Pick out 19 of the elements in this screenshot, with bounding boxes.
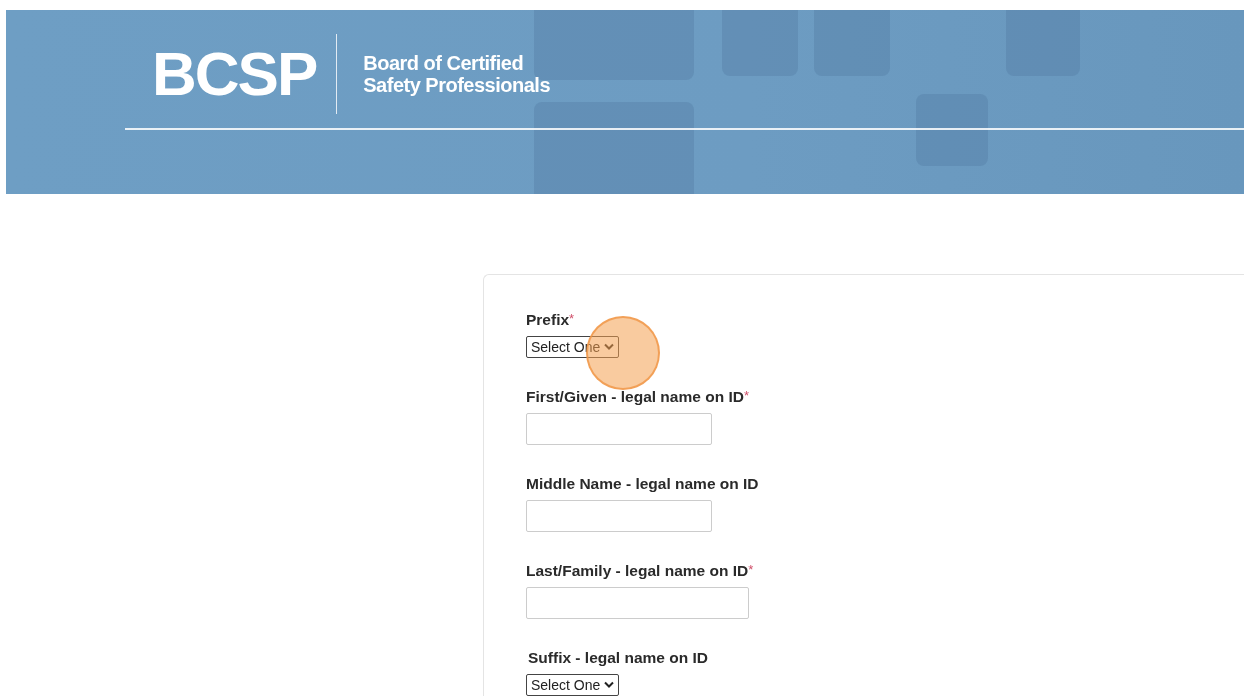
field-label: Middle Name - legal name on ID [526, 475, 759, 493]
field-label: Suffix - legal name on ID [528, 649, 708, 667]
select-dropdown[interactable]: Select One [526, 336, 620, 358]
text-input-field[interactable] [526, 413, 712, 445]
logo-text: BCSP [152, 39, 317, 109]
text-input-field[interactable] [526, 587, 749, 619]
chevron-down-icon [604, 681, 615, 689]
organization-name: Board of Certified [363, 52, 525, 74]
chevron-down-icon [604, 343, 615, 351]
background-tile [916, 94, 988, 166]
select-dropdown[interactable]: Select One [526, 674, 620, 696]
field-label: Prefix [526, 311, 570, 329]
required-asterisk: * [743, 388, 749, 403]
text-input-field[interactable] [526, 500, 712, 532]
field-label: First/Given - legal name on ID [526, 388, 744, 406]
required-asterisk: * [569, 311, 575, 326]
field-label: Last/Family - legal name on ID [526, 562, 749, 580]
required-asterisk: * [748, 562, 754, 577]
organization-name: Safety Professionals [363, 74, 550, 96]
